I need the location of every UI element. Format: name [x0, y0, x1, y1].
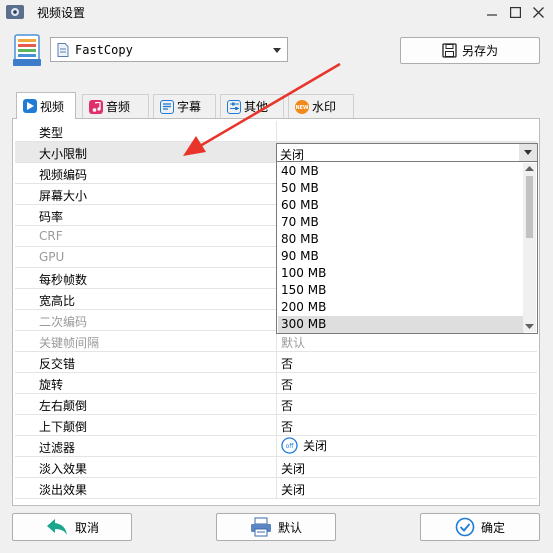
- tab-audio[interactable]: 音频: [82, 94, 149, 118]
- close-icon: [532, 6, 544, 18]
- minimize-icon: [487, 14, 497, 16]
- dropdown-option[interactable]: 150 MB: [278, 282, 524, 299]
- minimize-button[interactable]: [481, 2, 503, 22]
- chevron-down-icon: [524, 150, 532, 155]
- tab-watermark[interactable]: NEW 水印: [288, 94, 354, 118]
- size-limit-select[interactable]: 关闭: [276, 143, 538, 162]
- dropdown-option[interactable]: 60 MB: [278, 197, 524, 214]
- property-row-rotate[interactable]: 旋转否: [15, 373, 537, 394]
- default-button[interactable]: 默认: [216, 513, 336, 541]
- size-limit-dropdown-list: 40 MB 50 MB 60 MB 70 MB 80 MB 90 MB 100 …: [276, 161, 538, 334]
- svg-text:NEW: NEW: [296, 105, 308, 110]
- preset-select[interactable]: FastCopy: [50, 37, 288, 62]
- sliders-icon: [227, 99, 241, 114]
- save-icon: [442, 43, 457, 58]
- scroll-down-icon[interactable]: [525, 324, 534, 329]
- undo-arrow-icon: [46, 519, 67, 535]
- ok-label: 确定: [480, 520, 505, 535]
- music-note-icon: [89, 99, 103, 114]
- tab-label: 其他: [244, 100, 269, 114]
- new-badge-icon: NEW: [295, 99, 309, 114]
- property-row-flip-vertical[interactable]: 上下颠倒否: [15, 415, 537, 436]
- checkmark-circle-icon: [455, 517, 475, 537]
- svg-text:off: off: [286, 443, 295, 450]
- tab-label: 字幕: [177, 100, 202, 114]
- close-button[interactable]: [527, 2, 549, 22]
- tab-subtitles[interactable]: 字幕: [153, 94, 216, 118]
- dropdown-option[interactable]: 200 MB: [278, 299, 524, 316]
- play-icon: [23, 99, 37, 113]
- dropdown-option[interactable]: 50 MB: [278, 180, 524, 197]
- tab-video[interactable]: 视频: [16, 92, 76, 119]
- title-bar: 视频设置: [0, 0, 553, 24]
- dropdown-option[interactable]: 80 MB: [278, 231, 524, 248]
- dropdown-scrollbar[interactable]: [523, 163, 536, 332]
- window-title: 视频设置: [37, 6, 86, 20]
- dropdown-option[interactable]: 90 MB: [278, 248, 524, 265]
- tab-label: 视频: [40, 99, 65, 114]
- maximize-button[interactable]: [504, 2, 526, 22]
- dropdown-option-highlighted[interactable]: 300 MB: [278, 316, 524, 333]
- default-label: 默认: [277, 520, 302, 535]
- toggle-off-icon: off: [281, 437, 298, 454]
- property-row-deinterlace[interactable]: 反交错否: [15, 352, 537, 373]
- ok-button[interactable]: 确定: [420, 513, 540, 541]
- maximize-icon: [509, 6, 521, 18]
- tab-other[interactable]: 其他: [220, 94, 284, 118]
- save-as-label: 另存为: [461, 44, 498, 58]
- scrollbar-thumb[interactable]: [526, 176, 533, 238]
- dropdown-option[interactable]: 100 MB: [278, 265, 524, 282]
- preset-value: FastCopy: [75, 43, 133, 57]
- scroll-up-icon[interactable]: [525, 166, 534, 171]
- dropdown-button[interactable]: [519, 144, 537, 161]
- property-row-fade-in[interactable]: 淡入效果 关闭: [15, 457, 537, 478]
- save-as-button[interactable]: 另存为: [400, 37, 540, 64]
- property-row-filter[interactable]: 过滤器 off 关闭: [15, 436, 537, 457]
- property-row-fade-out[interactable]: 淡出效果 关闭: [15, 478, 537, 499]
- property-row-flip-horizontal[interactable]: 左右颠倒否: [15, 394, 537, 415]
- filter-value[interactable]: off 关闭: [281, 437, 327, 454]
- tab-label: 音频: [106, 100, 131, 114]
- tab-label: 水印: [312, 100, 337, 114]
- dropdown-option[interactable]: 70 MB: [278, 214, 524, 231]
- document-icon: [57, 43, 69, 57]
- cancel-button[interactable]: 取消: [12, 513, 132, 541]
- subtitle-icon: [160, 99, 174, 114]
- cancel-label: 取消: [74, 520, 99, 535]
- preset-list-icon: [13, 34, 41, 66]
- chevron-down-icon: [273, 48, 281, 53]
- app-logo-icon: [6, 5, 24, 19]
- printer-icon: [250, 517, 271, 537]
- dropdown-option[interactable]: 40 MB: [278, 163, 524, 180]
- property-row-keyframe-interval[interactable]: 关键帧间隔 默认: [15, 331, 537, 352]
- property-row-type[interactable]: 类型: [15, 121, 537, 142]
